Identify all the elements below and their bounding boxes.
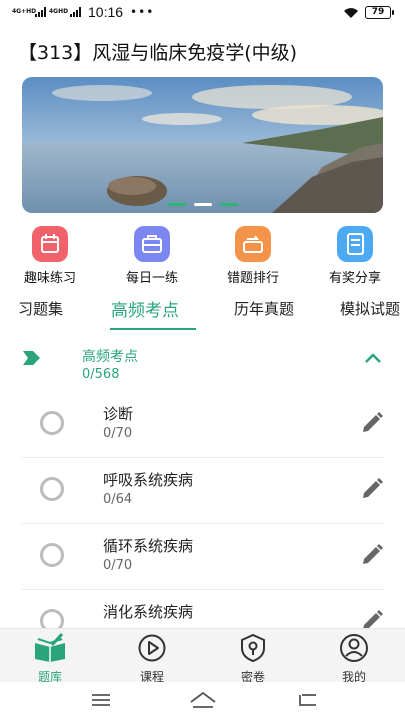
quick-action-label: 每日一练 bbox=[125, 271, 178, 286]
signal-icon bbox=[35, 7, 46, 17]
pencil-icon[interactable] bbox=[360, 411, 384, 435]
network-badge-2: 4GHD bbox=[49, 8, 69, 15]
item-count: 0/70 bbox=[103, 426, 133, 441]
more-notifications-icon: ••• bbox=[130, 5, 155, 19]
quick-action-label: 错题排行 bbox=[226, 271, 279, 286]
tab-mock-exam[interactable]: 模拟试题 bbox=[340, 298, 400, 319]
banner-image bbox=[22, 77, 383, 213]
radio-icon[interactable] bbox=[40, 411, 64, 435]
menu-icon[interactable] bbox=[90, 692, 112, 708]
carousel-indicators bbox=[22, 203, 383, 206]
section-title: 高频考点 bbox=[82, 349, 138, 365]
bottom-nav: 题库 课程 密卷 我的 bbox=[0, 628, 405, 685]
status-bar: 4G+HD 4GHD 10:16 ••• 79 bbox=[0, 0, 405, 26]
list-item[interactable]: 呼吸系统疾病 0/64 bbox=[22, 458, 383, 524]
item-name: 诊断 bbox=[103, 405, 134, 423]
calendar-icon bbox=[32, 226, 68, 262]
list-item[interactable]: 诊断 0/70 bbox=[22, 392, 383, 458]
category-tabs: 习题集 高频考点 历年真题 模拟试题 bbox=[0, 290, 405, 330]
carousel-dot-active[interactable] bbox=[193, 203, 212, 206]
status-time: 10:16 bbox=[88, 4, 124, 20]
tab-high-frequency[interactable]: 高频考点 bbox=[111, 296, 179, 321]
quick-action-fun-practice[interactable]: 趣味练习 bbox=[10, 226, 90, 286]
wifi-icon bbox=[344, 7, 358, 18]
battery-icon: 79 bbox=[365, 6, 394, 19]
item-name: 呼吸系统疾病 bbox=[103, 471, 194, 489]
quick-action-daily-practice[interactable]: 每日一练 bbox=[112, 226, 192, 286]
quick-action-label: 趣味练习 bbox=[23, 271, 76, 286]
tab-past-exams[interactable]: 历年真题 bbox=[234, 298, 294, 319]
quick-action-share-reward[interactable]: 有奖分享 bbox=[315, 226, 395, 286]
lock-icon bbox=[241, 633, 265, 663]
quick-action-wrong-ranking[interactable]: 错题排行 bbox=[213, 226, 293, 286]
section-count: 0/568 bbox=[82, 367, 120, 382]
item-count: 0/64 bbox=[103, 492, 133, 507]
play-icon bbox=[138, 634, 166, 662]
item-name: 消化系统疾病 bbox=[103, 603, 194, 621]
quick-action-label: 有奖分享 bbox=[328, 271, 381, 286]
notebook-icon bbox=[337, 226, 373, 262]
banner-carousel[interactable] bbox=[22, 77, 383, 213]
carousel-dot[interactable] bbox=[167, 203, 186, 206]
system-nav-bar bbox=[0, 682, 405, 720]
nav-question-bank[interactable]: 题库 bbox=[20, 632, 80, 685]
item-name: 循环系统疾病 bbox=[103, 537, 194, 555]
radio-icon[interactable] bbox=[40, 543, 64, 567]
flag-arrow-icon bbox=[23, 351, 40, 365]
section-header[interactable]: 高频考点 0/568 bbox=[0, 338, 405, 390]
pencil-icon[interactable] bbox=[360, 543, 384, 567]
list-item[interactable]: 循环系统疾病 0/70 bbox=[22, 524, 383, 590]
page-title: 【313】风湿与临床免疫学(中级) bbox=[18, 42, 298, 64]
tab-exercise-set[interactable]: 习题集 bbox=[18, 298, 63, 319]
ranking-icon bbox=[235, 226, 271, 262]
nav-profile[interactable]: 我的 bbox=[324, 633, 384, 685]
briefcase-icon bbox=[134, 226, 170, 262]
radio-icon[interactable] bbox=[40, 477, 64, 501]
item-count: 0/70 bbox=[103, 558, 133, 573]
user-icon bbox=[340, 634, 368, 662]
tab-active-indicator bbox=[110, 328, 196, 330]
status-right: 79 bbox=[343, 6, 394, 19]
nav-secret-papers[interactable]: 密卷 bbox=[223, 633, 283, 685]
status-left: 4G+HD 4GHD 10:16 ••• bbox=[12, 4, 154, 20]
home-icon[interactable] bbox=[189, 690, 217, 710]
chevron-up-icon[interactable] bbox=[364, 352, 382, 364]
signal-icon-2 bbox=[70, 7, 81, 17]
network-badge-1: 4G+HD bbox=[12, 8, 37, 15]
book-icon bbox=[35, 632, 65, 662]
back-icon[interactable] bbox=[296, 691, 320, 709]
carousel-dot[interactable] bbox=[219, 203, 238, 206]
nav-courses[interactable]: 课程 bbox=[122, 633, 182, 685]
pencil-icon[interactable] bbox=[360, 477, 384, 501]
